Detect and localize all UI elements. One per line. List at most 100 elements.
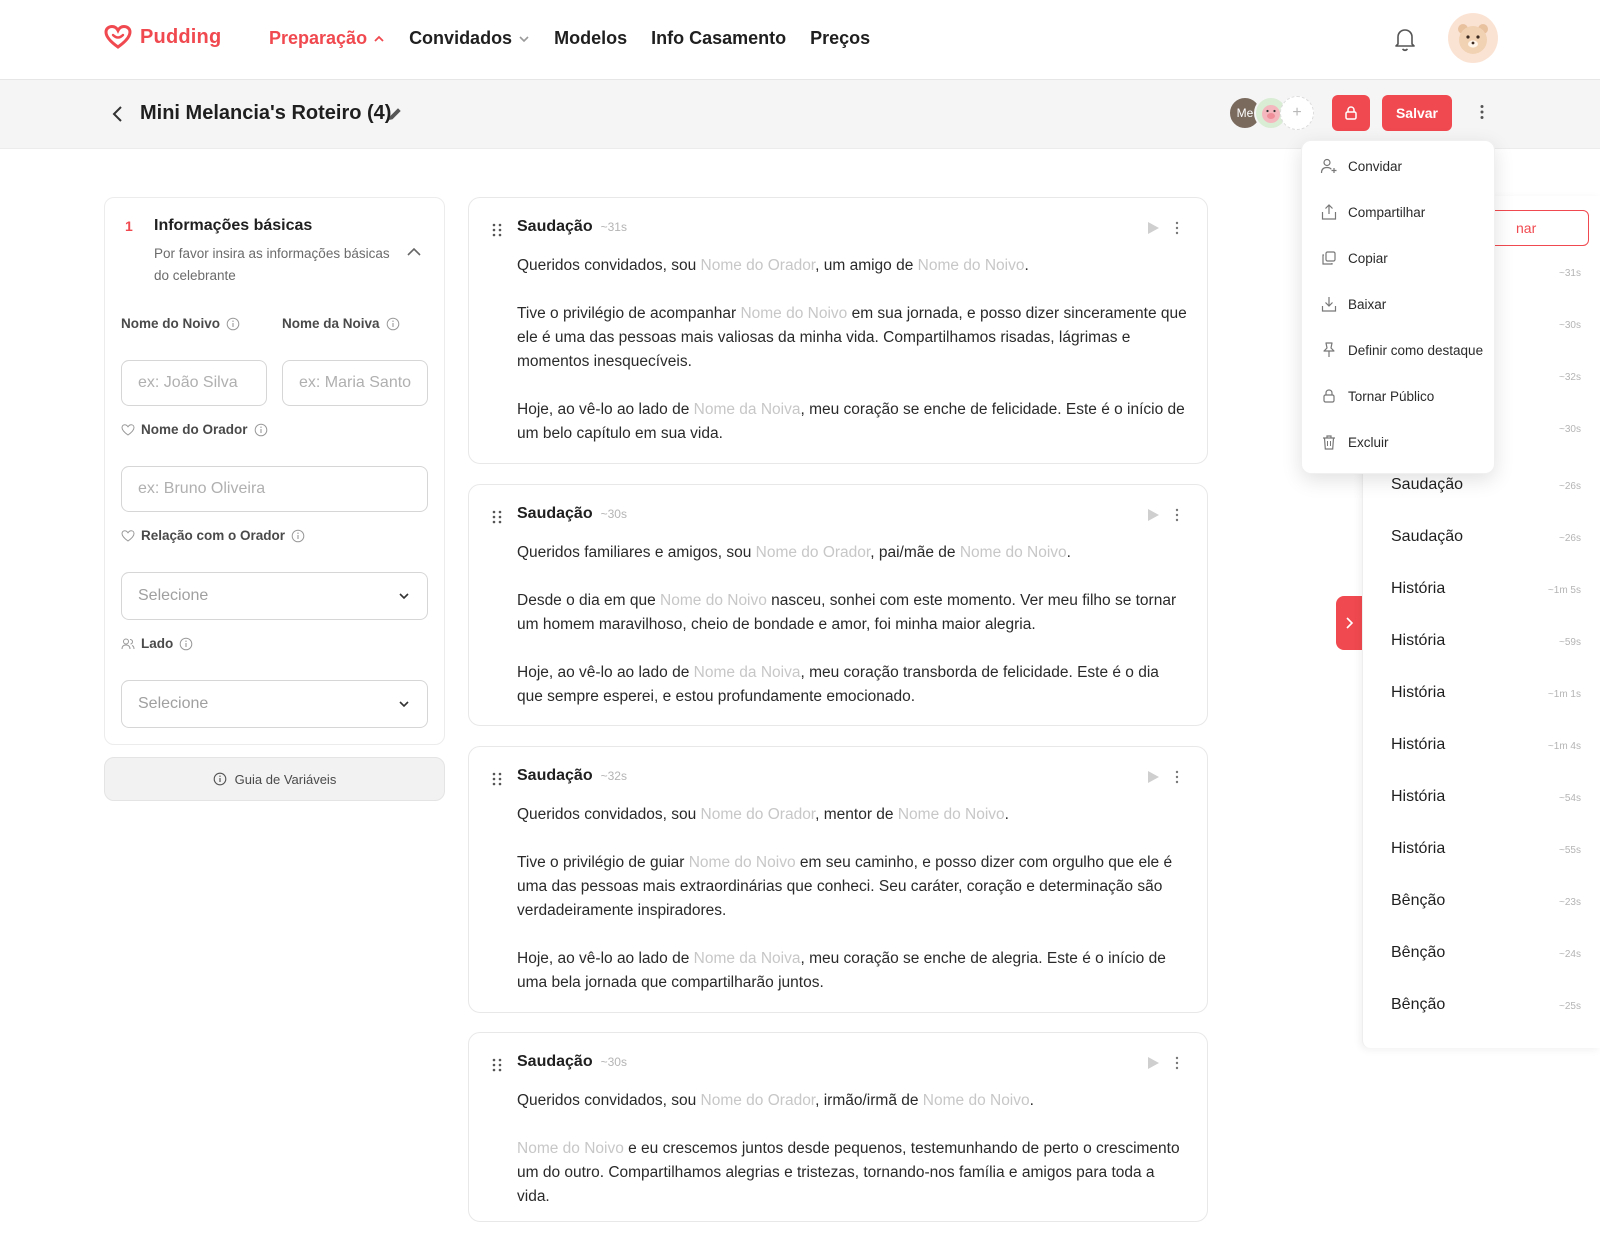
block-paragraph: Desde o dia em que Nome do Noivo nasceu,… [517, 589, 1187, 637]
block-body[interactable]: Queridos convidados, sou Nome do Orador,… [517, 254, 1187, 470]
info-icon[interactable] [291, 529, 305, 543]
variable-placeholder[interactable]: Nome do Noivo [660, 592, 767, 609]
script-block[interactable]: Saudação ~32s Queridos convidados, sou N… [468, 746, 1208, 1013]
pencil-icon[interactable] [386, 105, 404, 123]
outline-item[interactable]: História ~1m 4s [1391, 736, 1581, 754]
nav-item-preparacao[interactable]: Preparação [269, 28, 385, 49]
paragraph-text: . [1066, 544, 1071, 561]
block-paragraph: Queridos convidados, sou Nome do Orador,… [517, 1089, 1187, 1113]
nav-item-precos[interactable]: Preços [810, 28, 870, 49]
menu-item-destaque[interactable]: Definir como destaque [1320, 341, 1483, 359]
bride-name-input[interactable]: ex: Maria Santo [282, 360, 428, 406]
block-title: Saudação [517, 767, 593, 784]
block-body[interactable]: Queridos convidados, sou Nome do Orador,… [517, 803, 1187, 1019]
menu-item-convidar[interactable]: Convidar [1320, 157, 1402, 175]
variable-placeholder[interactable]: Nome da Noiva [694, 401, 801, 418]
variable-placeholder[interactable]: Nome do Orador [701, 257, 816, 274]
script-block[interactable]: Saudação ~31s Queridos convidados, sou N… [468, 197, 1208, 464]
menu-item-copiar[interactable]: Copiar [1320, 249, 1388, 267]
block-body[interactable]: Queridos convidados, sou Nome do Orador,… [517, 1089, 1187, 1233]
outline-item[interactable]: Bênção ~23s [1391, 892, 1581, 910]
outline-item[interactable]: História ~59s [1391, 632, 1581, 650]
outline-item[interactable]: Saudação ~26s [1391, 476, 1581, 494]
nav-item-modelos[interactable]: Modelos [554, 28, 627, 49]
outline-item[interactable]: História ~1m 5s [1391, 580, 1581, 598]
variable-placeholder[interactable]: Nome do Noivo [960, 544, 1067, 561]
menu-item-tornar-publico[interactable]: Tornar Público [1320, 387, 1434, 405]
block-body[interactable]: Queridos familiares e amigos, sou Nome d… [517, 541, 1187, 733]
brand-name: Pudding [140, 25, 222, 48]
menu-item-label: Baixar [1348, 296, 1387, 312]
drag-handle-icon[interactable] [491, 509, 503, 525]
user-plus-icon [1320, 158, 1337, 174]
outline-item[interactable]: Bênção ~25s [1391, 996, 1581, 1014]
chevron-up-icon[interactable] [405, 243, 423, 261]
outline-item[interactable]: Saudação ~26s [1391, 528, 1581, 546]
play-icon[interactable] [1145, 1055, 1161, 1071]
outline-toggle-tab[interactable] [1336, 596, 1362, 650]
vertical-dots-icon[interactable] [1169, 769, 1185, 785]
block-paragraph: Queridos convidados, sou Nome do Orador,… [517, 254, 1187, 278]
drag-handle-icon[interactable] [491, 222, 503, 238]
drag-handle-icon[interactable] [491, 1057, 503, 1073]
info-icon[interactable] [226, 317, 240, 331]
block-paragraph: Queridos convidados, sou Nome do Orador,… [517, 803, 1187, 827]
back-arrow-icon[interactable] [108, 104, 128, 124]
vertical-dots-icon [1480, 105, 1484, 119]
nav-item-info-casamento[interactable]: Info Casamento [651, 28, 786, 49]
side-select[interactable]: Selecione [121, 680, 428, 728]
play-icon[interactable] [1145, 507, 1161, 523]
save-button[interactable]: Salvar [1382, 95, 1452, 131]
info-icon[interactable] [254, 423, 268, 437]
play-icon[interactable] [1145, 769, 1161, 785]
groom-name-input[interactable]: ex: João Silva [121, 360, 267, 406]
relation-label-row: Relação com o Orador [121, 528, 305, 543]
heart-handshake-icon [121, 423, 135, 436]
block-paragraph: Tive o privilégio de guiar Nome do Noivo… [517, 851, 1187, 923]
add-collaborator-button[interactable]: + [1280, 96, 1314, 130]
outline-item[interactable]: História ~55s [1391, 840, 1581, 858]
vertical-dots-icon[interactable] [1169, 1055, 1185, 1071]
play-icon[interactable] [1145, 220, 1161, 236]
outline-item[interactable]: Bênção ~24s [1391, 944, 1581, 962]
brand-logo[interactable]: Pudding [104, 25, 221, 49]
variable-placeholder[interactable]: Nome do Noivo [918, 257, 1025, 274]
variable-placeholder[interactable]: Nome do Orador [756, 544, 871, 561]
variable-placeholder[interactable]: Nome da Noiva [694, 664, 801, 681]
user-avatar[interactable] [1448, 13, 1498, 63]
bell-icon[interactable] [1390, 24, 1420, 54]
variable-placeholder[interactable]: Nome do Orador [701, 1092, 816, 1109]
info-icon[interactable] [386, 317, 400, 331]
lock-button[interactable] [1332, 95, 1370, 131]
block-duration: ~31s [600, 220, 627, 234]
paragraph-text: Hoje, ao vê-lo ao lado de [517, 664, 694, 681]
script-block[interactable]: Saudação ~30s Queridos convidados, sou N… [468, 1032, 1208, 1222]
block-paragraph: Nome do Noivo e eu crescemos juntos desd… [517, 1137, 1187, 1209]
menu-item-label: Copiar [1348, 250, 1388, 266]
variable-placeholder[interactable]: Nome do Orador [701, 806, 816, 823]
relation-select[interactable]: Selecione [121, 572, 428, 620]
variable-placeholder[interactable]: Nome do Noivo [898, 806, 1005, 823]
outline-item[interactable]: História ~54s [1391, 788, 1581, 806]
outline-item[interactable]: História ~1m 1s [1391, 684, 1581, 702]
script-block[interactable]: Saudação ~30s Queridos familiares e amig… [468, 484, 1208, 726]
drag-handle-icon[interactable] [491, 771, 503, 787]
variable-placeholder[interactable]: Nome do Noivo [923, 1092, 1030, 1109]
menu-item-baixar[interactable]: Baixar [1320, 295, 1386, 313]
more-options-button[interactable] [1470, 100, 1494, 124]
variable-placeholder[interactable]: Nome do Noivo [517, 1140, 624, 1157]
menu-item-excluir[interactable]: Excluir [1320, 433, 1389, 451]
speaker-name-input[interactable]: ex: Bruno Oliveira [121, 466, 428, 512]
variable-placeholder[interactable]: Nome do Noivo [689, 854, 796, 871]
variable-placeholder[interactable]: Nome do Noivo [740, 305, 847, 322]
basic-info-card: 1 Informações básicas Por favor insira a… [104, 197, 445, 745]
outline-item-time: ~26s [1559, 481, 1581, 492]
vertical-dots-icon[interactable] [1169, 507, 1185, 523]
nav-item-convidados[interactable]: Convidados [409, 28, 530, 49]
info-icon[interactable] [179, 637, 193, 651]
variable-placeholder[interactable]: Nome da Noiva [694, 950, 801, 967]
vertical-dots-icon[interactable] [1169, 220, 1185, 236]
menu-item-compartilhar[interactable]: Compartilhar [1320, 203, 1425, 221]
block-title: Saudação [517, 1053, 593, 1070]
variable-guide-button[interactable]: Guia de Variáveis [104, 757, 445, 801]
